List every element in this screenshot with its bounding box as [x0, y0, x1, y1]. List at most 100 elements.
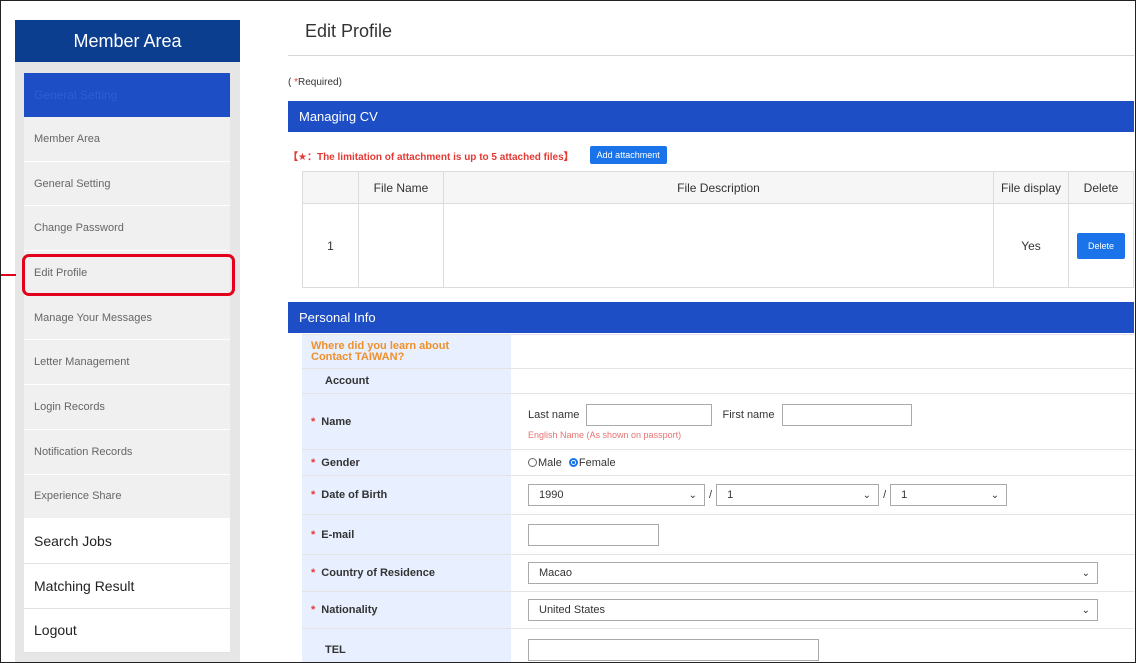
cv-col-delete: Delete — [1068, 171, 1134, 204]
email-label: * E-mail — [302, 514, 511, 555]
dob-day-value: 1 — [901, 489, 908, 501]
name-label-text: Name — [321, 415, 352, 428]
dob-month-select[interactable]: 1 ⌄ — [716, 484, 880, 506]
first-name-input[interactable] — [781, 403, 912, 426]
where-learn-value — [511, 334, 1134, 369]
add-attachment-button[interactable]: Add attachment — [589, 146, 667, 164]
female-radio-label[interactable]: Female — [579, 457, 616, 469]
male-radio-label[interactable]: Male — [538, 457, 562, 469]
last-name-label: Last name — [528, 408, 580, 421]
cv-row-display: Yes — [993, 203, 1069, 288]
email-field[interactable] — [528, 523, 659, 546]
cv-col-file-description: File Description — [443, 171, 994, 204]
name-label: * Name — [302, 393, 511, 450]
required-suffix: Required) — [298, 77, 342, 88]
dob-day-select[interactable]: 1 ⌄ — [890, 484, 1008, 506]
sidebar-item-search-jobs[interactable]: Search Jobs — [24, 519, 230, 564]
dob-month-value: 1 — [727, 489, 734, 501]
country-select-value: Macao — [539, 567, 573, 579]
dob-value: 1990 ⌄/1 ⌄/1 ⌄ — [511, 475, 1134, 515]
chevron-down-icon: ⌄ — [1081, 567, 1090, 579]
account-value — [511, 368, 1134, 394]
form-row-dob: * Date of Birth 1990 ⌄/1 ⌄/1 ⌄ — [302, 475, 1134, 515]
sidebar-active-header[interactable]: General Setting — [24, 73, 230, 117]
sidebar-item-change-password[interactable]: Change Password — [24, 206, 230, 252]
where-learn-text: Where did you learn about Contact TAIWAN… — [311, 339, 450, 363]
nationality-select-value: United States — [539, 604, 606, 616]
where-learn-label: Where did you learn about Contact TAIWAN… — [302, 334, 511, 369]
cv-col-file-name: File Name — [358, 171, 444, 204]
page-title: Edit Profile — [305, 21, 393, 41]
managing-cv-header: Managing CV — [288, 101, 1134, 132]
required-mark: * — [311, 456, 316, 469]
form-row-name: * Name Last name First name English Name … — [302, 393, 1134, 450]
last-name-input[interactable] — [586, 403, 713, 426]
sidebar-title: Member Area — [15, 20, 240, 62]
email-label-text: E-mail — [321, 528, 355, 541]
dob-year-value: 1990 — [539, 489, 564, 501]
sidebar-item-logout[interactable]: Logout — [24, 608, 230, 654]
dob-year-select[interactable]: 1990 ⌄ — [528, 484, 705, 506]
cv-row-file-name[interactable] — [358, 203, 444, 288]
required-mark: * — [311, 489, 316, 501]
sidebar-menu: General Setting Member Area General Sett… — [24, 73, 230, 654]
male-radio-icon[interactable] — [528, 458, 537, 468]
required-mark: * — [311, 567, 316, 579]
nationality-select[interactable]: United States ⌄ — [528, 599, 1098, 621]
name-hint: English Name (As shown on passport) — [528, 429, 682, 440]
cv-row-delete-cell: Delete — [1068, 203, 1134, 288]
tel-label: TEL — [302, 628, 511, 663]
sidebar-item-letter-management[interactable]: Letter Management — [24, 340, 230, 386]
required-mark: * — [311, 415, 316, 428]
tel-field[interactable] — [528, 639, 819, 661]
gender-value: Male Female — [511, 449, 1134, 476]
form-row-account: Account — [302, 368, 1134, 394]
chevron-down-icon: ⌄ — [862, 489, 872, 501]
chevron-down-icon: ⌄ — [688, 489, 697, 501]
form-row-where: Where did you learn about Contact TAIWAN… — [302, 334, 1134, 369]
sidebar-item-general-setting[interactable]: General Setting — [24, 161, 230, 207]
sidebar-item-experience-share[interactable]: Experience Share — [24, 474, 230, 520]
attachment-limit-text: 【★：The limitation of attachment is up to… — [288, 151, 574, 163]
country-label: * Country of Residence — [302, 554, 511, 592]
cv-table-header: File Name File Description File display … — [302, 171, 1134, 204]
date-separator: / — [883, 489, 887, 501]
gender-label-text: Gender — [321, 456, 360, 469]
sidebar-item-matching-result[interactable]: Matching Result — [24, 563, 230, 609]
cv-table: File Name File Description File display … — [302, 171, 1134, 288]
form-row-gender: * Gender Male Female — [302, 449, 1134, 476]
country-label-text: Country of Residence — [321, 567, 435, 579]
cv-row-index: 1 — [302, 203, 359, 288]
dob-label: * Date of Birth — [302, 475, 511, 515]
account-label: Account — [302, 368, 511, 394]
sidebar-item-manage-messages[interactable]: Manage Your Messages — [24, 295, 230, 341]
table-row: 1 Yes Delete — [302, 203, 1134, 288]
form-row-tel: TEL — [302, 628, 1134, 663]
form-row-nationality: * Nationality United States ⌄ — [302, 591, 1134, 629]
tel-value — [511, 628, 1134, 663]
cv-row-description — [443, 203, 994, 288]
cv-col-index — [302, 171, 359, 204]
gender-label: * Gender — [302, 449, 511, 476]
delete-button[interactable]: Delete — [1076, 232, 1125, 259]
chevron-down-icon: ⌄ — [1081, 604, 1090, 616]
email-value — [511, 514, 1134, 555]
sidebar-item-notification-records[interactable]: Notification Records — [24, 429, 230, 475]
personal-info-form: Where did you learn about Contact TAIWAN… — [302, 334, 1134, 663]
annotation-arrow — [0, 274, 16, 276]
female-radio-icon[interactable] — [568, 458, 578, 468]
first-name-label: First name — [722, 408, 775, 421]
sidebar-item-member-area[interactable]: Member Area — [24, 117, 230, 162]
title-divider — [288, 55, 1134, 56]
attachment-limit-row: 【★：The limitation of attachment is up to… — [288, 145, 667, 165]
required-mark: * — [311, 528, 316, 541]
edit-profile-highlight-box — [22, 254, 235, 296]
required-note: ( *Required) — [288, 77, 342, 88]
country-select[interactable]: Macao ⌄ — [528, 562, 1098, 584]
sidebar-item-login-records[interactable]: Login Records — [24, 385, 230, 430]
country-value: Macao ⌄ — [511, 554, 1134, 592]
dob-label-text: Date of Birth — [321, 489, 388, 501]
personal-info-header: Personal Info — [288, 302, 1134, 333]
cv-col-file-display: File display — [993, 171, 1069, 204]
sidebar: Member Area General Setting Member Area … — [15, 20, 240, 663]
